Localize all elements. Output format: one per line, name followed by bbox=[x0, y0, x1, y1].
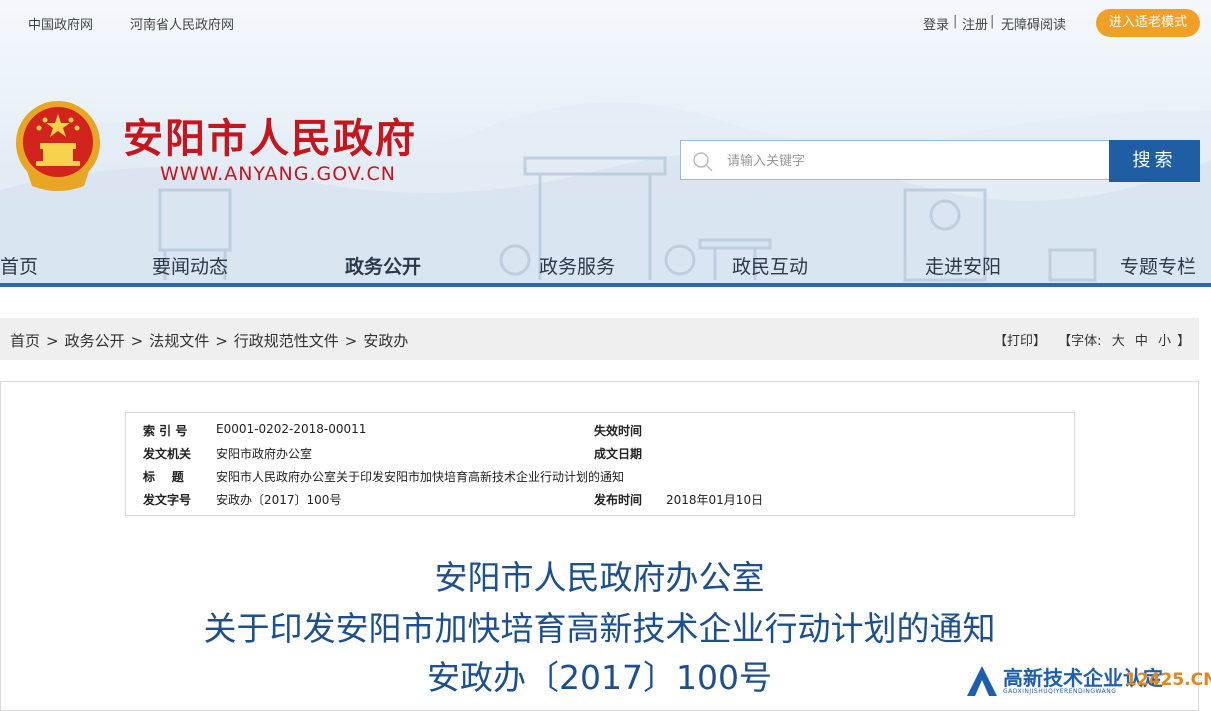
register-link[interactable]: 注册 bbox=[962, 14, 988, 33]
watermark: 高新技术企业认定 GAOXINJISHUQIYERENDINGWANG 1242… bbox=[965, 662, 1211, 701]
site-header: 中国政府网 河南省人民政府网 登录 | 注册 | 无障碍阅读 进入适老模式 安阳… bbox=[0, 0, 1211, 287]
watermark-pinyin: GAOXINJISHUQIYERENDINGWANG bbox=[1003, 688, 1117, 695]
document-title-line2: 关于印发安阳市加快培育高新技术企业行动计划的通知 bbox=[203, 609, 996, 648]
page-tools: 【打印】 【字体: 大 中 小 】 bbox=[994, 330, 1190, 349]
site-url: WWW.ANYANG.GOV.CN bbox=[160, 163, 396, 185]
breadcrumb-home[interactable]: 首页 bbox=[10, 332, 40, 350]
breadcrumb-separator: > bbox=[46, 332, 59, 350]
watermark-logo-icon bbox=[967, 666, 997, 696]
font-size-label: 【字体: bbox=[1058, 334, 1102, 349]
nav-gov-services[interactable]: 政务服务 bbox=[539, 252, 615, 279]
breadcrumb-anzhengban[interactable]: 安政办 bbox=[363, 332, 408, 350]
search-button[interactable]: 搜索 bbox=[1109, 140, 1200, 182]
index-number-value: E0001-0202-2018-00011 bbox=[216, 422, 367, 436]
elder-mode-button[interactable]: 进入适老模式 bbox=[1096, 9, 1200, 37]
document-title-line1: 安阳市人民政府办公室 bbox=[434, 558, 765, 597]
breadcrumb: 首页 > 政务公开 > 法规文件 > 行政规范性文件 > 安政办 bbox=[10, 330, 408, 351]
link-henan-gov[interactable]: 河南省人民政府网 bbox=[130, 14, 234, 33]
nav-gov-affairs[interactable]: 政务公开 bbox=[345, 252, 421, 279]
search-icon bbox=[693, 152, 713, 172]
font-small-button[interactable]: 小 bbox=[1158, 334, 1171, 349]
publish-date-label: 发布时间 bbox=[594, 493, 643, 507]
breadcrumb-regulations[interactable]: 法规文件 bbox=[149, 332, 209, 350]
subject-label: 标 题 bbox=[143, 470, 184, 484]
site-title: 安阳市人民政府 bbox=[123, 116, 417, 162]
expiry-date-label: 失效时间 bbox=[594, 424, 643, 438]
font-large-button[interactable]: 大 bbox=[1112, 334, 1125, 349]
topbar-divider: | bbox=[990, 14, 995, 29]
index-number-label: 索 引 号 bbox=[143, 424, 188, 438]
nav-news[interactable]: 要闻动态 bbox=[152, 252, 228, 279]
breadcrumb-separator: > bbox=[130, 332, 144, 350]
written-date-label: 成文日期 bbox=[594, 447, 643, 461]
print-button[interactable]: 【打印】 bbox=[994, 334, 1046, 349]
breadcrumb-separator: > bbox=[344, 332, 358, 350]
nav-about-anyang[interactable]: 走进安阳 bbox=[925, 252, 1001, 279]
topbar-divider: | bbox=[953, 14, 958, 29]
font-size-bracket: 】 bbox=[1177, 334, 1191, 349]
link-gov-cn[interactable]: 中国政府网 bbox=[28, 14, 93, 33]
issuer-value: 安阳市政府办公室 bbox=[216, 447, 313, 461]
breadcrumb-separator: > bbox=[215, 332, 228, 350]
national-emblem-icon bbox=[16, 101, 100, 191]
issuer-label: 发文机关 bbox=[143, 447, 192, 461]
publish-date-value: 2018年01月10日 bbox=[666, 493, 764, 507]
nav-underline bbox=[0, 283, 1211, 287]
search-input[interactable] bbox=[725, 144, 1099, 178]
login-link[interactable]: 登录 bbox=[923, 14, 949, 33]
document-number-value: 安政办〔2017〕100号 bbox=[216, 493, 342, 507]
accessible-reading-link[interactable]: 无障碍阅读 bbox=[1001, 14, 1066, 33]
nav-home[interactable]: 首页 bbox=[0, 252, 38, 279]
document-info-table: 索 引 号 E0001-0202-2018-00011 失效时间 发文机关 安阳… bbox=[125, 412, 1075, 516]
watermark-domain: 12425.CN bbox=[1125, 670, 1211, 690]
document-number-label: 发文字号 bbox=[143, 493, 192, 507]
subject-value: 安阳市人民政府办公室关于印发安阳市加快培育高新技术企业行动计划的通知 bbox=[216, 470, 625, 484]
breadcrumb-gov-affairs[interactable]: 政务公开 bbox=[65, 332, 125, 350]
font-medium-button[interactable]: 中 bbox=[1135, 334, 1148, 349]
nav-special-topics[interactable]: 专题专栏 bbox=[1120, 252, 1196, 279]
nav-interaction[interactable]: 政民互动 bbox=[732, 252, 808, 279]
breadcrumb-normative-docs[interactable]: 行政规范性文件 bbox=[234, 332, 339, 350]
